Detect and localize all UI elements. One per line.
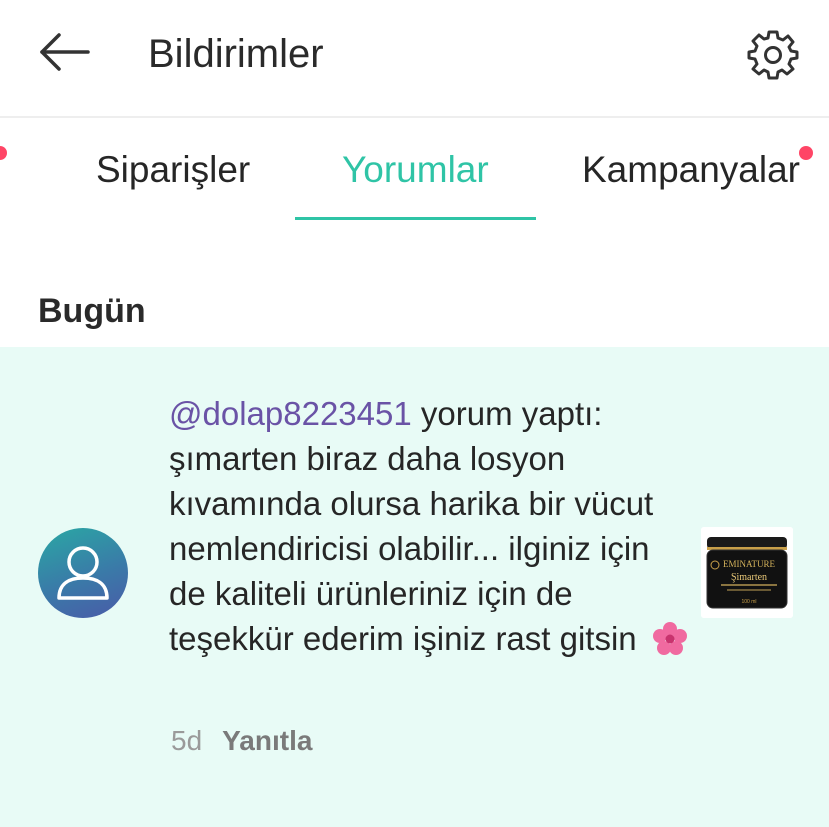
- product-thumbnail[interactable]: EMINATURE Şimarten 100 ml: [701, 527, 793, 618]
- tab-siparisler[interactable]: Siparişler: [96, 148, 250, 192]
- notification-dot: [0, 146, 7, 160]
- product-image: EMINATURE Şimarten 100 ml: [701, 527, 793, 618]
- timestamp: 5d: [171, 725, 203, 756]
- notification-dot: [799, 146, 813, 160]
- avatar[interactable]: [38, 528, 128, 618]
- comment-text: yorum yaptı: şımarten biraz daha losyon …: [169, 395, 654, 657]
- reply-button[interactable]: Yanıtla: [222, 725, 312, 756]
- tab-kampanyalar[interactable]: Kampanyalar: [582, 148, 800, 192]
- svg-text:100 ml: 100 ml: [741, 599, 756, 605]
- settings-button[interactable]: [747, 28, 799, 80]
- svg-text:EMINATURE: EMINATURE: [723, 559, 775, 569]
- svg-text:Şimarten: Şimarten: [731, 572, 767, 583]
- tab-bar: Siparişler Yorumlar Kampanyalar: [0, 118, 829, 222]
- section-title-today: Bugün: [38, 292, 146, 330]
- notification-message: @dolap8223451 yorum yaptı: şımarten bira…: [169, 391, 689, 668]
- cherry-blossom-icon: [652, 621, 688, 668]
- user-mention-link[interactable]: @dolap8223451: [169, 395, 412, 432]
- notification-item[interactable]: @dolap8223451 yorum yaptı: şımarten bira…: [0, 347, 829, 827]
- tab-yorumlar[interactable]: Yorumlar: [342, 148, 489, 192]
- arrow-left-icon: [40, 33, 90, 71]
- gear-icon: [747, 30, 799, 80]
- active-tab-indicator: [295, 217, 536, 220]
- back-button[interactable]: [34, 30, 94, 76]
- page-title: Bildirimler: [148, 32, 324, 76]
- app-header: Bildirimler: [0, 0, 829, 118]
- user-icon: [57, 546, 109, 600]
- notification-meta: 5d Yanıtla: [171, 724, 312, 758]
